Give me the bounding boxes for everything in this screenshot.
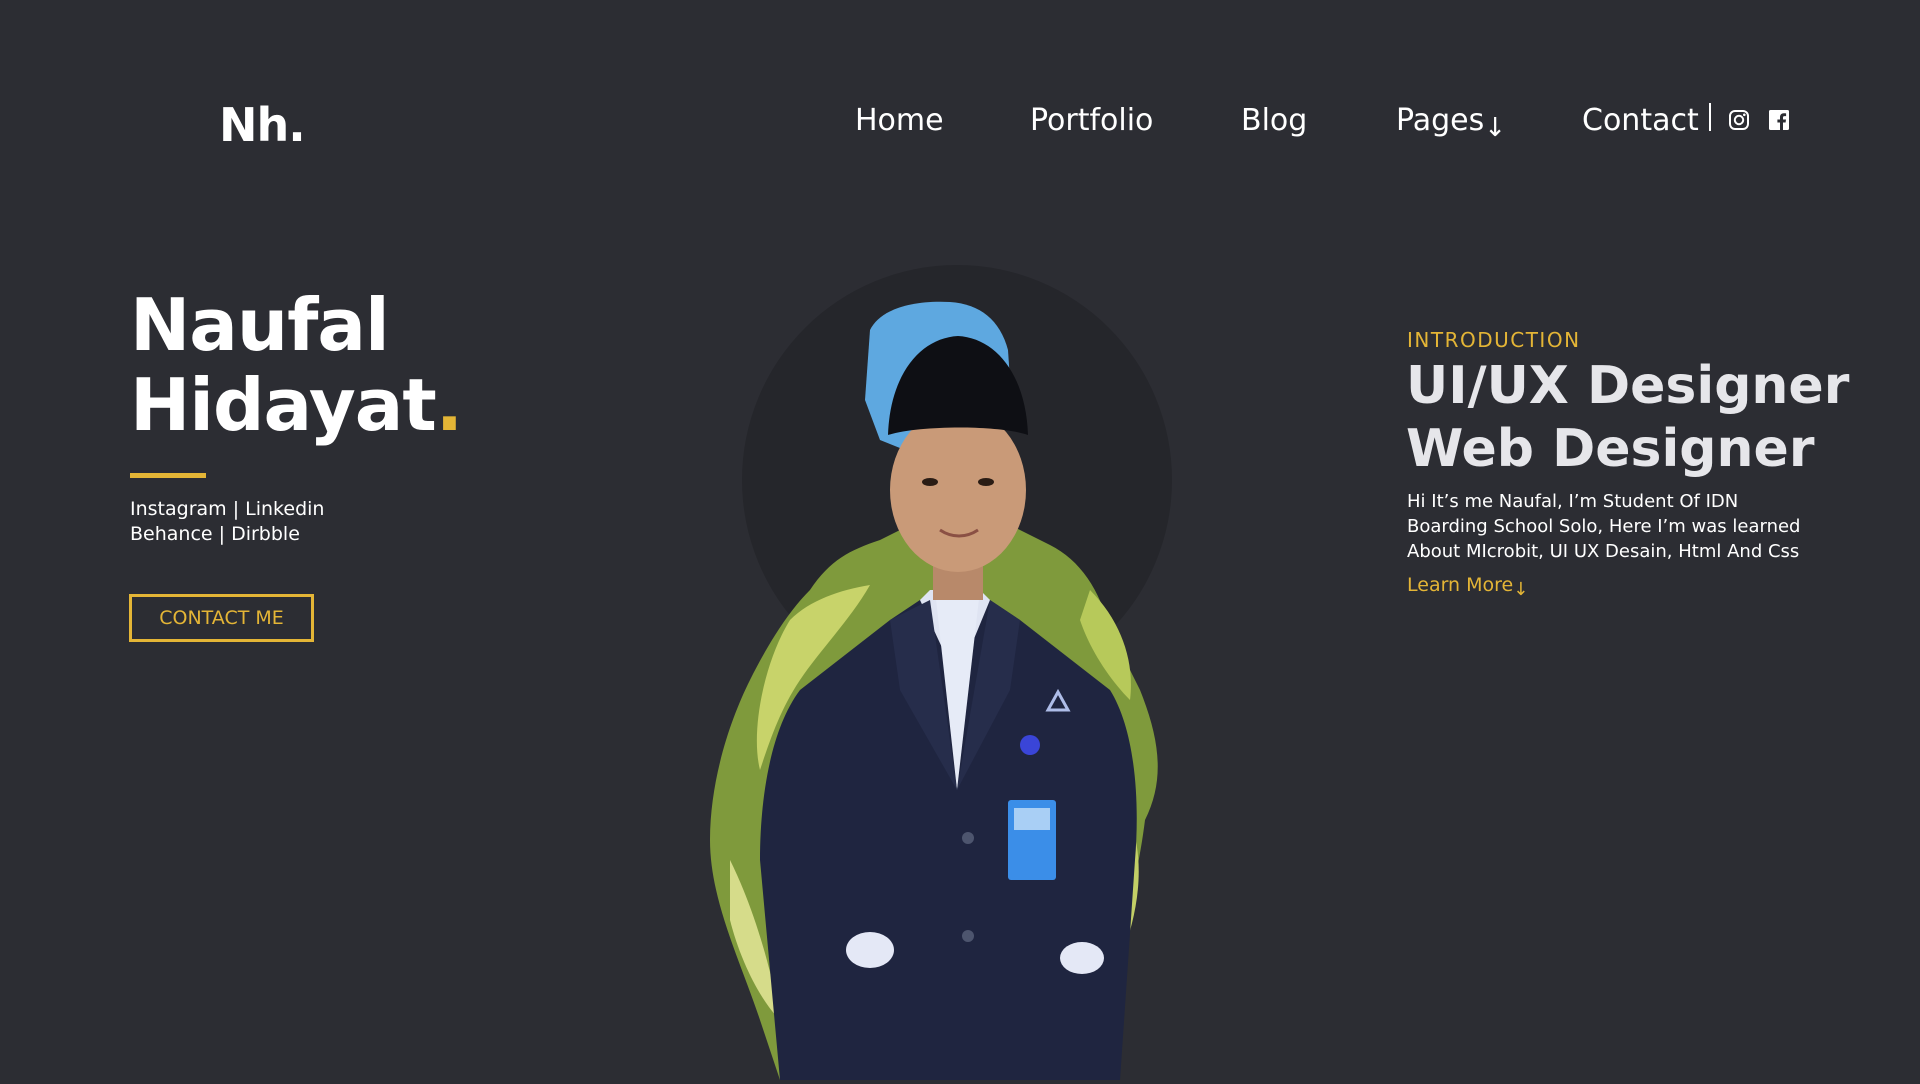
nav-home[interactable]: Home [855, 103, 944, 138]
learn-more-link[interactable]: Learn More↓ [1407, 574, 1528, 600]
nav-contact[interactable]: Contact [1582, 103, 1699, 138]
social-line-2[interactable]: Behance | Dirbble [130, 522, 324, 547]
nav-divider [1709, 103, 1711, 131]
social-line-1[interactable]: Instagram | Linkedin [130, 497, 324, 522]
intro-desc-line-3: About MIcrobit, UI UX Desain, Html And C… [1407, 541, 1800, 562]
facebook-icon[interactable] [1768, 109, 1790, 131]
intro-title-line-1: UI/UX Designer [1406, 356, 1850, 416]
social-links: Instagram | Linkedin Behance | Dirbble [130, 497, 324, 547]
intro-desc-line-1: Hi It’s me Naufal, I’m Student Of IDN [1407, 491, 1739, 512]
main-nav: Home Portfolio Blog Pages↓ Contact [0, 97, 1920, 147]
hero-name: Naufal Hidayat. [130, 283, 463, 447]
portrait-photo [690, 260, 1250, 1080]
intro-title-line-2: Web Designer [1406, 419, 1815, 479]
arrow-down-icon: ↓ [1513, 579, 1529, 600]
hero-last-name: Hidayat [130, 363, 437, 447]
nav-blog[interactable]: Blog [1241, 103, 1307, 138]
intro-label: INTRODUCTION [1407, 328, 1581, 352]
nav-pages[interactable]: Pages↓ [1396, 103, 1506, 143]
arrow-down-icon: ↓ [1484, 113, 1507, 143]
intro-title: UI/UX Designer Web Designer [1406, 355, 1849, 481]
instagram-icon[interactable] [1728, 109, 1750, 131]
nav-portfolio[interactable]: Portfolio [1030, 103, 1153, 138]
intro-description: Hi It’s me Naufal, I’m Student Of IDN Bo… [1407, 489, 1817, 564]
contact-me-button[interactable]: CONTACT ME [129, 594, 314, 642]
intro-desc-line-2: Boarding School Solo, Here I’m was learn… [1407, 516, 1801, 537]
nav-pages-label: Pages [1396, 103, 1485, 138]
accent-dot: . [435, 363, 463, 447]
learn-more-label: Learn More [1407, 574, 1514, 596]
accent-underline [130, 473, 206, 478]
hero-first-name: Naufal [130, 283, 390, 367]
